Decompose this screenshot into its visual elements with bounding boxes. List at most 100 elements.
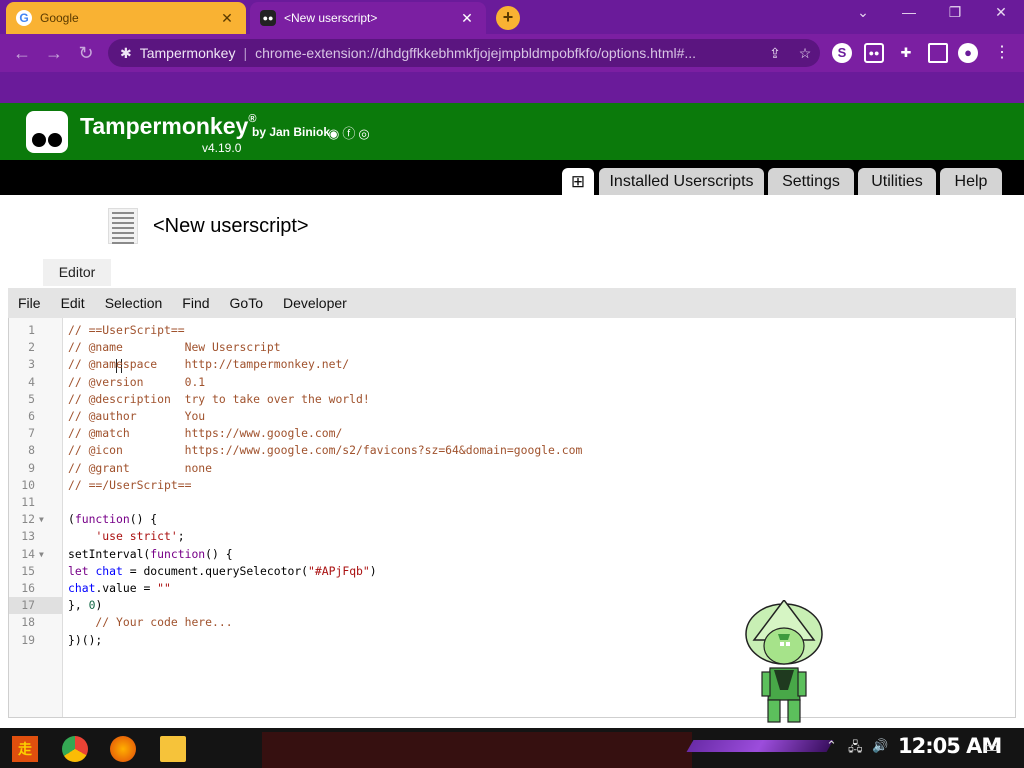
- line-number: 14: [21, 546, 35, 561]
- fold-arrow-icon[interactable]: ▼: [39, 546, 44, 563]
- extensions-puzzle-icon[interactable]: ✚: [896, 43, 916, 63]
- code-line[interactable]: 14 ▼ setInterval(function() {: [9, 546, 1015, 563]
- tab-editor[interactable]: Editor: [43, 259, 111, 286]
- tab-title: Google: [40, 11, 79, 25]
- code-line[interactable]: 12 ▼ (function() {: [9, 511, 1015, 528]
- script-icon: [108, 208, 138, 244]
- fold-arrow-icon[interactable]: ▼: [39, 511, 44, 528]
- facebook-icon[interactable]: ⓕ: [342, 126, 358, 141]
- code-line[interactable]: 3 // @namespace http://tampermonkey.net/: [9, 356, 1015, 373]
- code-line[interactable]: 18 // Your code here...: [9, 614, 1015, 631]
- tampermonkey-icon: ●●: [260, 10, 276, 26]
- forward-icon[interactable]: →: [38, 43, 70, 64]
- start-button[interactable]: 走: [12, 736, 38, 762]
- close-icon[interactable]: ✕: [218, 10, 236, 27]
- extension-tampermonkey-icon[interactable]: ●●: [864, 43, 884, 63]
- github-icon[interactable]: ◉: [328, 126, 342, 141]
- menu-file[interactable]: File: [8, 295, 51, 311]
- code-text: // ==UserScript==: [68, 323, 185, 337]
- code-line[interactable]: 8 // @icon https://www.google.com/s2/favi…: [9, 442, 1015, 459]
- code-line[interactable]: 2 // @name New Userscript: [9, 339, 1015, 356]
- tab-settings[interactable]: Settings: [768, 168, 854, 195]
- line-number: 10: [21, 477, 35, 492]
- menu-goto[interactable]: GoTo: [220, 295, 273, 311]
- volume-icon[interactable]: 🔊: [872, 738, 888, 754]
- author-credit[interactable]: by Jan Biniok: [252, 125, 330, 139]
- code-line[interactable]: 9 // @grant none: [9, 460, 1015, 477]
- line-number: 5: [28, 391, 35, 406]
- share-icon[interactable]: ⇪: [760, 45, 790, 62]
- line-number: 12: [21, 512, 35, 527]
- code-line[interactable]: 4 // @version 0.1: [9, 374, 1015, 391]
- version-label: v4.19.0: [202, 141, 242, 155]
- code-editor[interactable]: 1 // ==UserScript== 2 // @name New Userscri…: [8, 318, 1016, 718]
- code-line[interactable]: 16 chat.value = "": [9, 580, 1015, 597]
- code-line[interactable]: 6 // @author You: [9, 408, 1015, 425]
- firefox-taskbar-icon[interactable]: [110, 736, 136, 762]
- registered-mark: ®: [248, 113, 257, 125]
- tab-google[interactable]: G Google ✕: [6, 2, 246, 34]
- code-line[interactable]: 19})();: [9, 632, 1015, 649]
- reload-icon[interactable]: ↻: [70, 43, 102, 64]
- chrome-taskbar-icon[interactable]: [62, 736, 88, 762]
- code-text: // @name New Userscript: [68, 340, 281, 355]
- code-text: chat.value = "": [68, 581, 171, 595]
- minimize-button[interactable]: —: [894, 4, 924, 20]
- network-icon[interactable]: 🖧: [848, 738, 863, 760]
- script-title: <New userscript>: [153, 215, 309, 237]
- tab-new-userscript[interactable]: ●● <New userscript> ✕: [250, 2, 486, 34]
- code-line[interactable]: 5 // @description try to take over the wo…: [9, 391, 1015, 408]
- line-number: 7: [28, 426, 35, 441]
- instagram-icon[interactable]: ◎: [358, 126, 372, 141]
- new-tab-button[interactable]: +: [496, 6, 520, 30]
- line-number: 11: [21, 495, 35, 509]
- menu-developer[interactable]: Developer: [273, 295, 357, 311]
- code-text: // @icon https://www.google.com/s2/favic…: [68, 443, 583, 458]
- menu-selection[interactable]: Selection: [95, 295, 173, 311]
- extension-s-icon[interactable]: S: [832, 43, 852, 63]
- window-close-button[interactable]: ✕: [986, 4, 1016, 21]
- tampermonkey-header: Tampermonkey® by Jan Biniok ◉ⓕ◎ v4.19.0: [0, 103, 1024, 160]
- tab-utilities[interactable]: Utilities: [858, 168, 936, 195]
- browser-toolbar: ← → ↻ ✱ Tampermonkey | chrome-extension:…: [0, 34, 1024, 72]
- profile-avatar-icon[interactable]: ●: [958, 43, 978, 63]
- code-line[interactable]: 17}, 0): [9, 597, 1015, 615]
- code-line[interactable]: 10 // ==/UserScript==: [9, 477, 1015, 494]
- line-number: 17: [9, 597, 63, 615]
- code-text: 'use strict';: [95, 529, 185, 544]
- site-label: Tampermonkey: [139, 45, 236, 61]
- notification-icon[interactable]: ▭: [984, 738, 998, 756]
- bookmark-star-icon[interactable]: ☆: [790, 45, 820, 62]
- browser-tab-strip: G Google ✕ ●● <New userscript> ✕ + ⌄ — ❐…: [0, 0, 1024, 34]
- back-icon[interactable]: ←: [6, 43, 38, 64]
- code-line[interactable]: 1 // ==UserScript==: [9, 322, 1015, 339]
- close-icon[interactable]: ✕: [458, 10, 476, 27]
- new-script-tab-icon[interactable]: ⊞: [562, 168, 594, 195]
- line-number: 8: [28, 443, 35, 458]
- kebab-menu-icon[interactable]: ⋮: [992, 43, 1012, 63]
- editor-menu-bar: File Edit Selection Find GoTo Developer: [8, 288, 1016, 318]
- side-panel-icon[interactable]: [928, 43, 948, 63]
- line-number: 18: [21, 615, 35, 630]
- code-line[interactable]: 13 'use strict';: [9, 528, 1015, 545]
- tab-help[interactable]: Help: [940, 168, 1002, 195]
- tab-search-icon[interactable]: ⌄: [848, 4, 878, 21]
- restore-button[interactable]: ❐: [940, 4, 970, 21]
- line-number: 9: [28, 460, 35, 475]
- tray-overflow-chevron-icon[interactable]: ⌃: [826, 738, 837, 754]
- line-number: 3: [28, 357, 35, 372]
- file-explorer-taskbar-icon[interactable]: [160, 736, 186, 762]
- code-text: let chat = document.querySelecotor("#APj…: [68, 563, 377, 578]
- code-text: (function() {: [68, 512, 158, 527]
- line-number: 15: [21, 563, 35, 578]
- tab-installed-userscripts[interactable]: Installed Userscripts: [599, 168, 764, 195]
- code-line[interactable]: 7 // @match https://www.google.com/: [9, 425, 1015, 442]
- code-line[interactable]: 15 let chat = document.querySelecotor("#A…: [9, 563, 1015, 580]
- code-text: setInterval(function() {: [68, 546, 233, 561]
- menu-edit[interactable]: Edit: [51, 295, 95, 311]
- menu-find[interactable]: Find: [172, 295, 219, 311]
- line-number: 13: [21, 529, 35, 544]
- code-line[interactable]: 11: [9, 494, 1015, 511]
- line-number: 1: [28, 323, 35, 337]
- address-bar[interactable]: ✱ Tampermonkey | chrome-extension://dhdg…: [108, 39, 820, 67]
